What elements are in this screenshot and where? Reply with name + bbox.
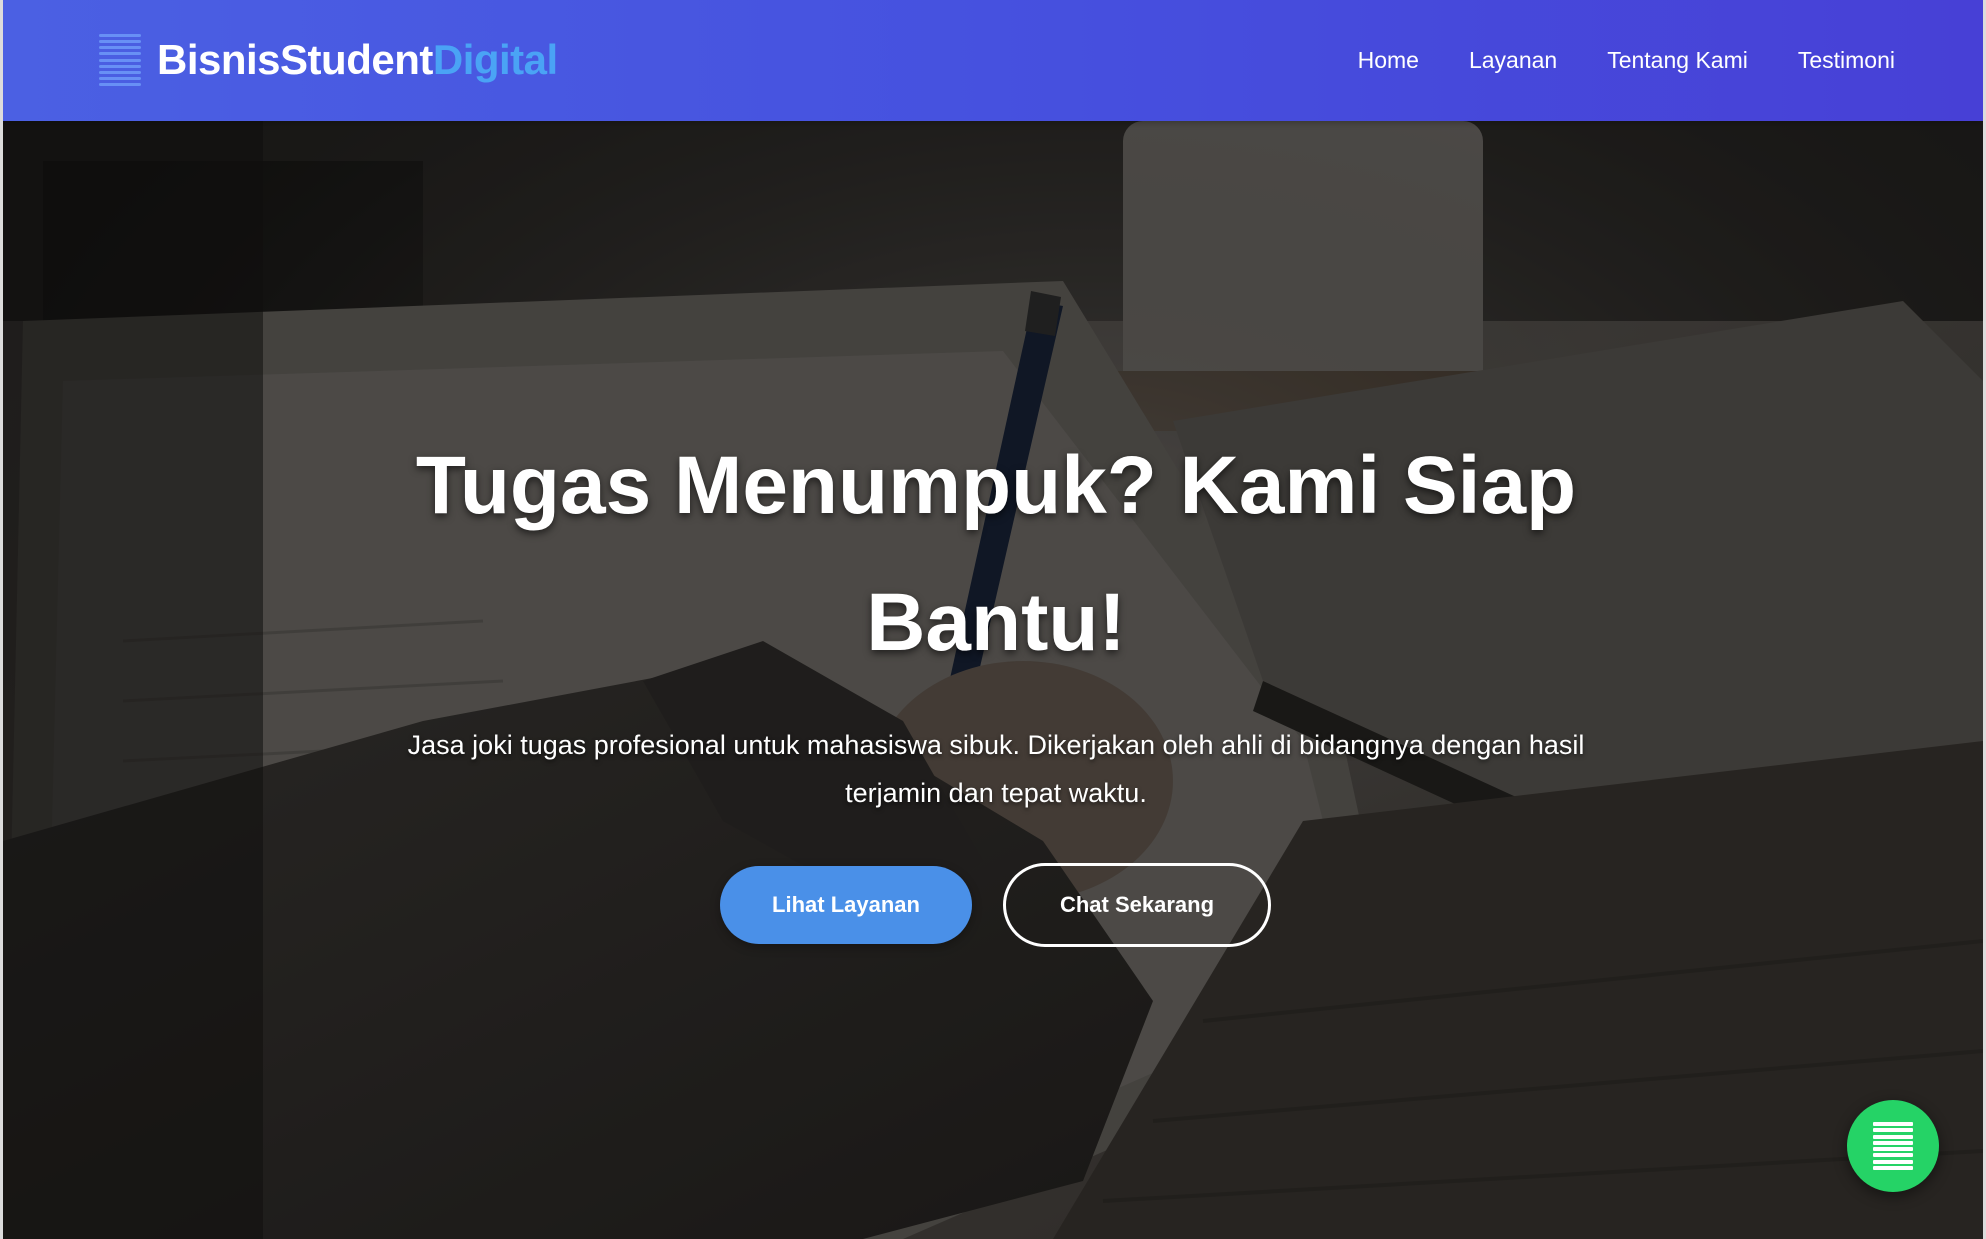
page: BisnisStudentDigital Home Layanan Tentan… <box>0 0 1986 1239</box>
hero-section: Tugas Menumpuk? Kami Siap Bantu! Jasa jo… <box>3 121 1983 1239</box>
floating-chat-button[interactable] <box>1847 1100 1939 1192</box>
lihat-layanan-button[interactable]: Lihat Layanan <box>720 866 972 944</box>
nav-item-tentang-kami[interactable]: Tentang Kami <box>1607 40 1748 80</box>
brand-logo[interactable]: BisnisStudentDigital <box>99 28 558 92</box>
chat-sekarang-button[interactable]: Chat Sekarang <box>1003 863 1271 947</box>
menu-lines-icon <box>99 31 141 89</box>
nav-item-testimoni[interactable]: Testimoni <box>1798 40 1895 80</box>
hero-subtitle: Jasa joki tugas profesional untuk mahasi… <box>407 730 1585 808</box>
nav-menu: Home Layanan Tentang Kami Testimoni <box>1358 40 1895 80</box>
brand-name: BisnisStudentDigital <box>157 28 558 92</box>
nav-item-home[interactable]: Home <box>1358 40 1419 80</box>
brand-name-accent: Digital <box>432 36 558 83</box>
nav-item-layanan[interactable]: Layanan <box>1469 40 1557 80</box>
hero-title: Tugas Menumpuk? Kami Siap Bantu! <box>415 440 1577 668</box>
chat-lines-icon <box>1873 1122 1913 1170</box>
brand-name-main: BisnisStudent <box>157 36 433 83</box>
navbar: BisnisStudentDigital Home Layanan Tentan… <box>3 0 1983 121</box>
